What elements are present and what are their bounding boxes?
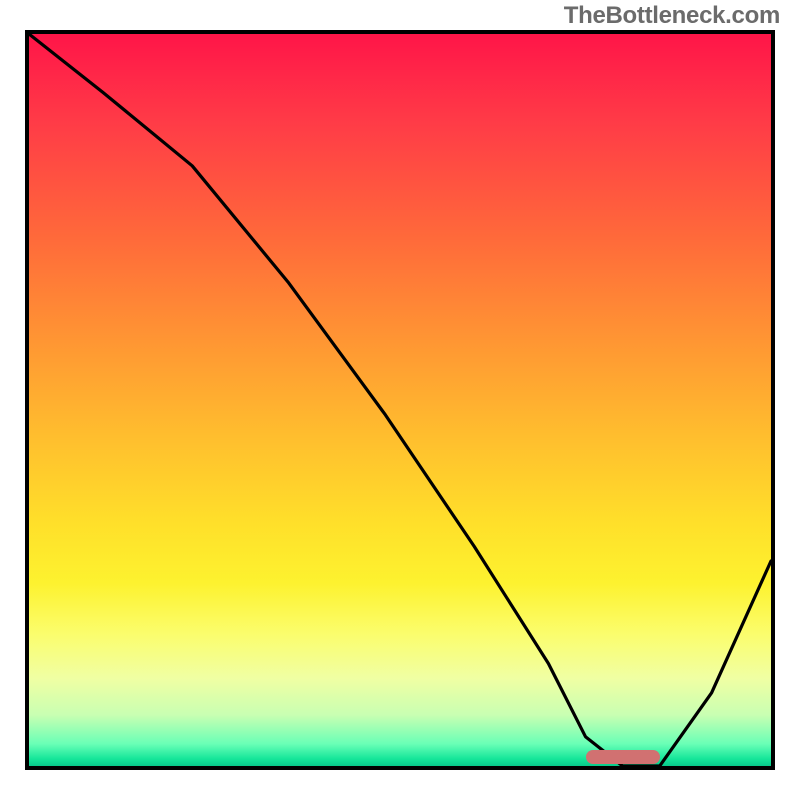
optimal-range-marker xyxy=(586,750,660,764)
watermark-text: TheBottleneck.com xyxy=(564,2,780,30)
plot-area xyxy=(25,30,775,770)
chart-frame: TheBottleneck.com xyxy=(0,0,800,800)
bottleneck-curve xyxy=(29,34,771,766)
